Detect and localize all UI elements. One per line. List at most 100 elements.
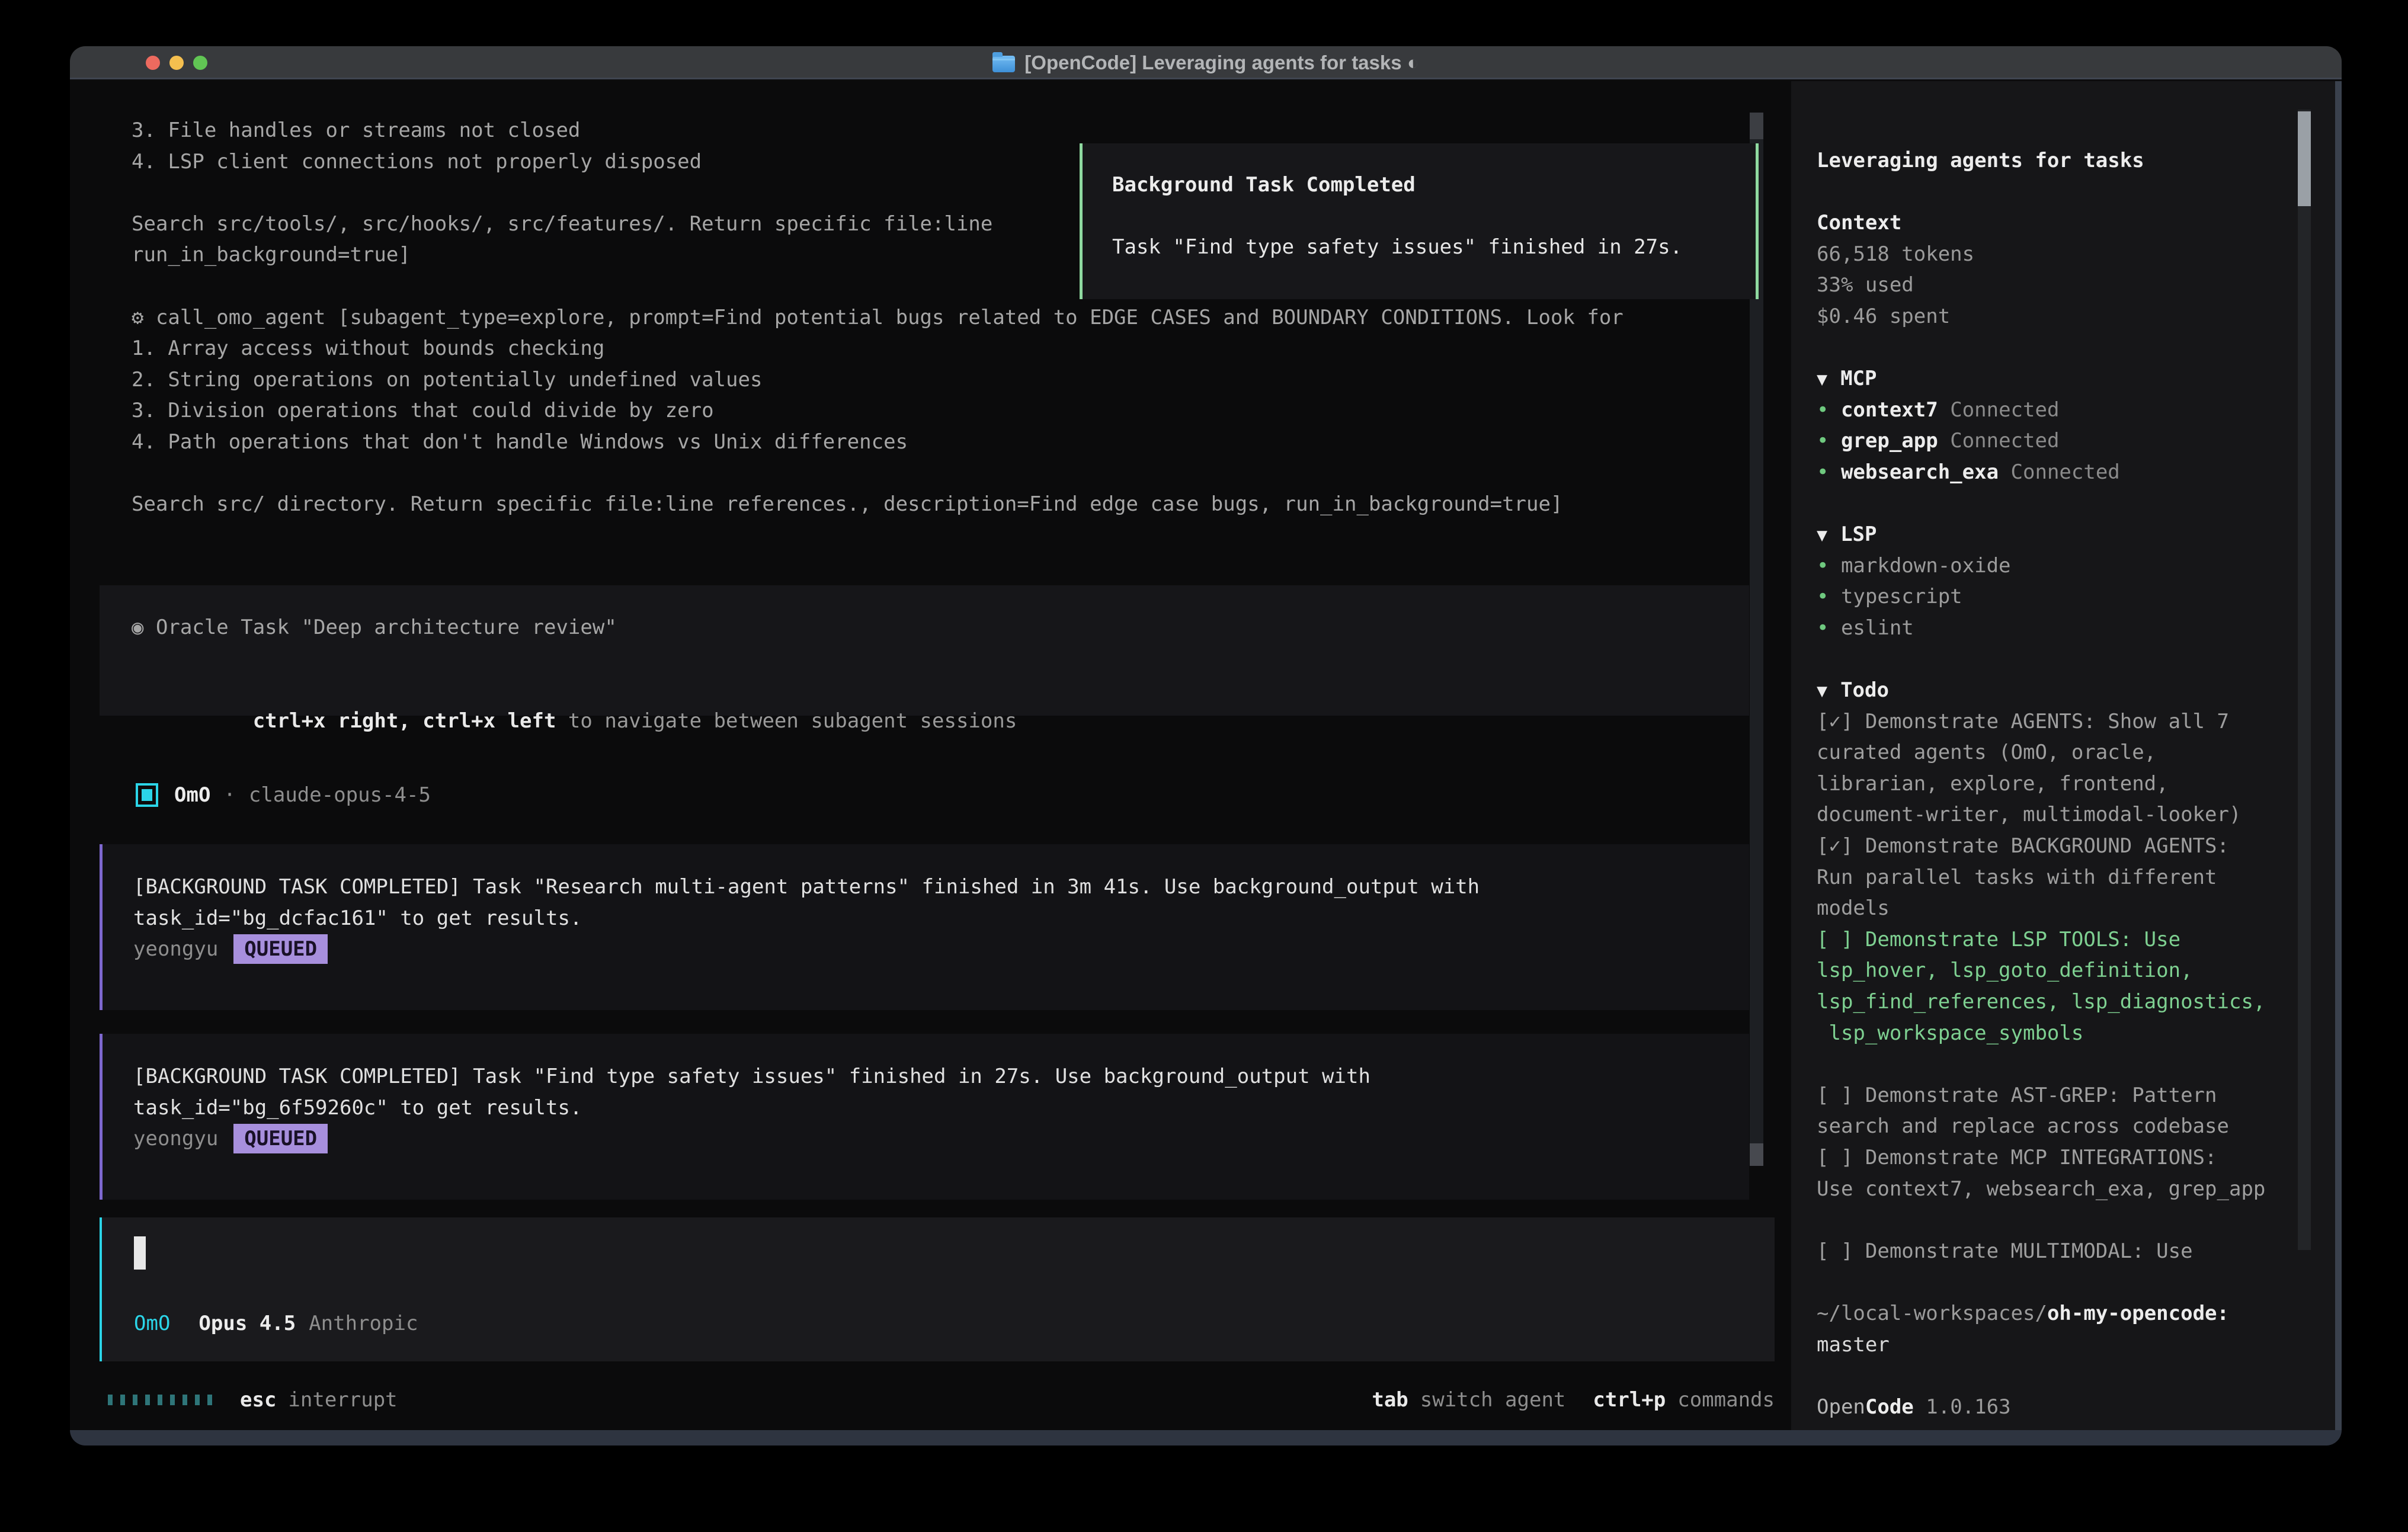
lsp-heading-label: LSP	[1840, 523, 1877, 546]
commands-action-label: commands	[1677, 1388, 1775, 1412]
text-line: $0.46 spent	[1817, 301, 2298, 332]
statusbar-left: esc interrupt	[108, 1388, 398, 1412]
input-provider-name: Anthropic	[309, 1312, 418, 1335]
task-author: yeongyu	[133, 937, 218, 961]
lsp-item: • markdown-oxide	[1817, 550, 2298, 582]
background-task-card: [BACKGROUND TASK COMPLETED] Task "Resear…	[100, 844, 1749, 1010]
mcp-section-header[interactable]: ▼ MCP	[1817, 363, 2298, 395]
app-window: [OpenCode] Leveraging agents for tasks ◐…	[70, 46, 2342, 1446]
chevron-down-icon: ▼	[1817, 369, 1827, 390]
window-title: [OpenCode] Leveraging agents for tasks ◐	[1024, 52, 1418, 74]
chevron-down-icon: ▼	[1817, 681, 1827, 701]
text-line: 1. Array access without bounds checking	[132, 333, 1755, 364]
mcp-item: • grep_app Connected	[1817, 425, 2298, 457]
todo-list: [✓] Demonstrate AGENTS: Show all 7curate…	[1817, 706, 2298, 1267]
context-stats: 66,518 tokens33% used$0.46 spent	[1817, 239, 2298, 332]
todo-line: [ ] Demonstrate MCP INTEGRATIONS:	[1817, 1142, 2298, 1174]
oracle-task-title: ◉ Oracle Task "Deep architecture review"	[132, 612, 1749, 643]
sidebar-scrollbar-thumb[interactable]	[2298, 111, 2311, 206]
prompt-input[interactable]: OmO Opus 4.5 Anthropic	[100, 1217, 1775, 1361]
oracle-task-hint: ctrl+x right, ctrl+x left to navigate be…	[132, 674, 1749, 706]
task-card-text: task_id="bg_6f59260c" to get results.	[133, 1092, 1749, 1124]
main-scrollbar-thumb-top[interactable]	[1750, 113, 1763, 139]
mcp-list: • context7 Connected• grep_app Connected…	[1817, 395, 2298, 488]
todo-line: curated agents (OmO, oracle,	[1817, 737, 2298, 768]
todo-line: lsp_hover, lsp_goto_definition,	[1817, 955, 2298, 986]
status-badge: QUEUED	[233, 1124, 328, 1153]
todo-line: [✓] Demonstrate AGENTS: Show all 7	[1817, 706, 2298, 738]
session-title: Leveraging agents for tasks	[1817, 145, 2298, 177]
text-line: ⚙ call_omo_agent [subagent_type=explore,…	[132, 302, 1755, 334]
version-row: OpenCode 1.0.163	[1817, 1392, 2298, 1423]
commands-key-hint: ctrl+p	[1593, 1388, 1666, 1412]
text-cursor	[134, 1236, 146, 1270]
todo-line: [✓] Demonstrate BACKGROUND AGENTS:	[1817, 831, 2298, 862]
text-line: 3. Division operations that could divide…	[132, 395, 1755, 427]
window-right-edge	[2335, 81, 2342, 1430]
sidebar-content: Leveraging agents for tasks Context 66,5…	[1817, 145, 2298, 1422]
main-scrollbar-thumb-bottom[interactable]	[1750, 1143, 1763, 1166]
task-author: yeongyu	[133, 1127, 218, 1150]
titlebar[interactable]: [OpenCode] Leveraging agents for tasks ◐	[70, 46, 2342, 79]
mcp-item: • context7 Connected	[1817, 395, 2298, 426]
todo-line: search and replace across codebase	[1817, 1111, 2298, 1142]
background-task-card: [BACKGROUND TASK COMPLETED] Task "Find t…	[100, 1034, 1749, 1200]
sidebar-scrollbar[interactable]	[2298, 110, 2311, 1250]
shortcut-keys: ctrl+x right, ctrl+x left	[253, 709, 556, 733]
todo-heading-label: Todo	[1840, 678, 1889, 702]
oracle-task-box: ◉ Oracle Task "Deep architecture review"…	[100, 585, 1749, 716]
chevron-down-icon: ▼	[1817, 525, 1827, 546]
todo-line: models	[1817, 893, 2298, 924]
esc-action-label: interrupt	[288, 1388, 397, 1412]
text-line: 66,518 tokens	[1817, 239, 2298, 270]
desktop-background: [OpenCode] Leveraging agents for tasks ◐…	[0, 0, 2408, 1532]
shortcut-description: to navigate between subagent sessions	[556, 709, 1017, 733]
todo-section-header[interactable]: ▼ Todo	[1817, 675, 2298, 706]
todo-line: lsp_find_references, lsp_diagnostics,	[1817, 986, 2298, 1018]
task-card-meta: yeongyu QUEUED	[133, 934, 1749, 965]
notification-body: Task "Find type safety issues" finished …	[1112, 232, 1756, 263]
notification-title: Background Task Completed	[1112, 169, 1756, 201]
agent-name: OmO	[174, 783, 210, 807]
window-title-group: [OpenCode] Leveraging agents for tasks ◐	[70, 46, 2342, 79]
lsp-list: • markdown-oxide• typescript• eslint	[1817, 550, 2298, 644]
agent-separator: ·	[223, 783, 235, 807]
statusbar: esc interrupt tab switch agent ctrl+p co…	[108, 1382, 1775, 1418]
workspace-path: ~/local-workspaces/oh-my-opencode:	[1817, 1298, 2298, 1329]
text-line: 33% used	[1817, 270, 2298, 301]
text-line: Search src/ directory. Return specific f…	[132, 489, 1755, 520]
todo-line: [ ] Demonstrate AST-GREP: Pattern	[1817, 1080, 2298, 1111]
todo-line: Run parallel tasks with different	[1817, 862, 2298, 893]
task-card-text: task_id="bg_dcfac161" to get results.	[133, 903, 1749, 934]
mcp-item: • websearch_exa Connected	[1817, 457, 2298, 488]
folder-icon	[992, 56, 1015, 72]
tab-key-hint: tab	[1372, 1388, 1408, 1412]
task-card-text: [BACKGROUND TASK COMPLETED] Task "Resear…	[133, 871, 1749, 903]
terminal-main: 3. File handles or streams not closed 4. …	[70, 81, 1791, 1430]
text-line: 2. String operations on potentially unde…	[132, 364, 1755, 396]
agent-header: OmO · claude-opus-4-5	[136, 779, 431, 810]
task-card-text: [BACKGROUND TASK COMPLETED] Task "Find t…	[133, 1061, 1749, 1092]
todo-line: [ ] Demonstrate MULTIMODAL: Use	[1817, 1236, 2298, 1267]
input-agent-name: OmO	[134, 1312, 170, 1335]
todo-line: lsp_workspace_symbols	[1817, 1018, 2298, 1049]
workspace-branch: master	[1817, 1329, 2298, 1361]
text-line: 4. Path operations that don't handle Win…	[132, 427, 1755, 458]
status-badge: QUEUED	[233, 934, 328, 964]
tab-action-label: switch agent	[1420, 1388, 1566, 1412]
context-heading: Context	[1817, 207, 2298, 239]
text-line: 3. File handles or streams not closed	[132, 115, 1755, 146]
esc-key-hint: esc	[240, 1388, 276, 1412]
window-bottom-edge	[70, 1430, 2342, 1446]
mcp-heading-label: MCP	[1840, 367, 1877, 390]
agent-model: claude-opus-4-5	[249, 783, 431, 807]
todo-line: Use context7, websearch_exa, grep_app	[1817, 1174, 2298, 1205]
todo-line: document-writer, multimodal-looker)	[1817, 799, 2298, 831]
model-row: OmO Opus 4.5 Anthropic	[134, 1307, 418, 1339]
lsp-item: • eslint	[1817, 613, 2298, 644]
input-model-name: Opus 4.5	[198, 1312, 296, 1335]
task-card-meta: yeongyu QUEUED	[133, 1123, 1749, 1155]
statusbar-right: tab switch agent ctrl+p commands	[1372, 1388, 1775, 1412]
spinner-dots-icon	[108, 1395, 212, 1405]
lsp-section-header[interactable]: ▼ LSP	[1817, 519, 2298, 550]
